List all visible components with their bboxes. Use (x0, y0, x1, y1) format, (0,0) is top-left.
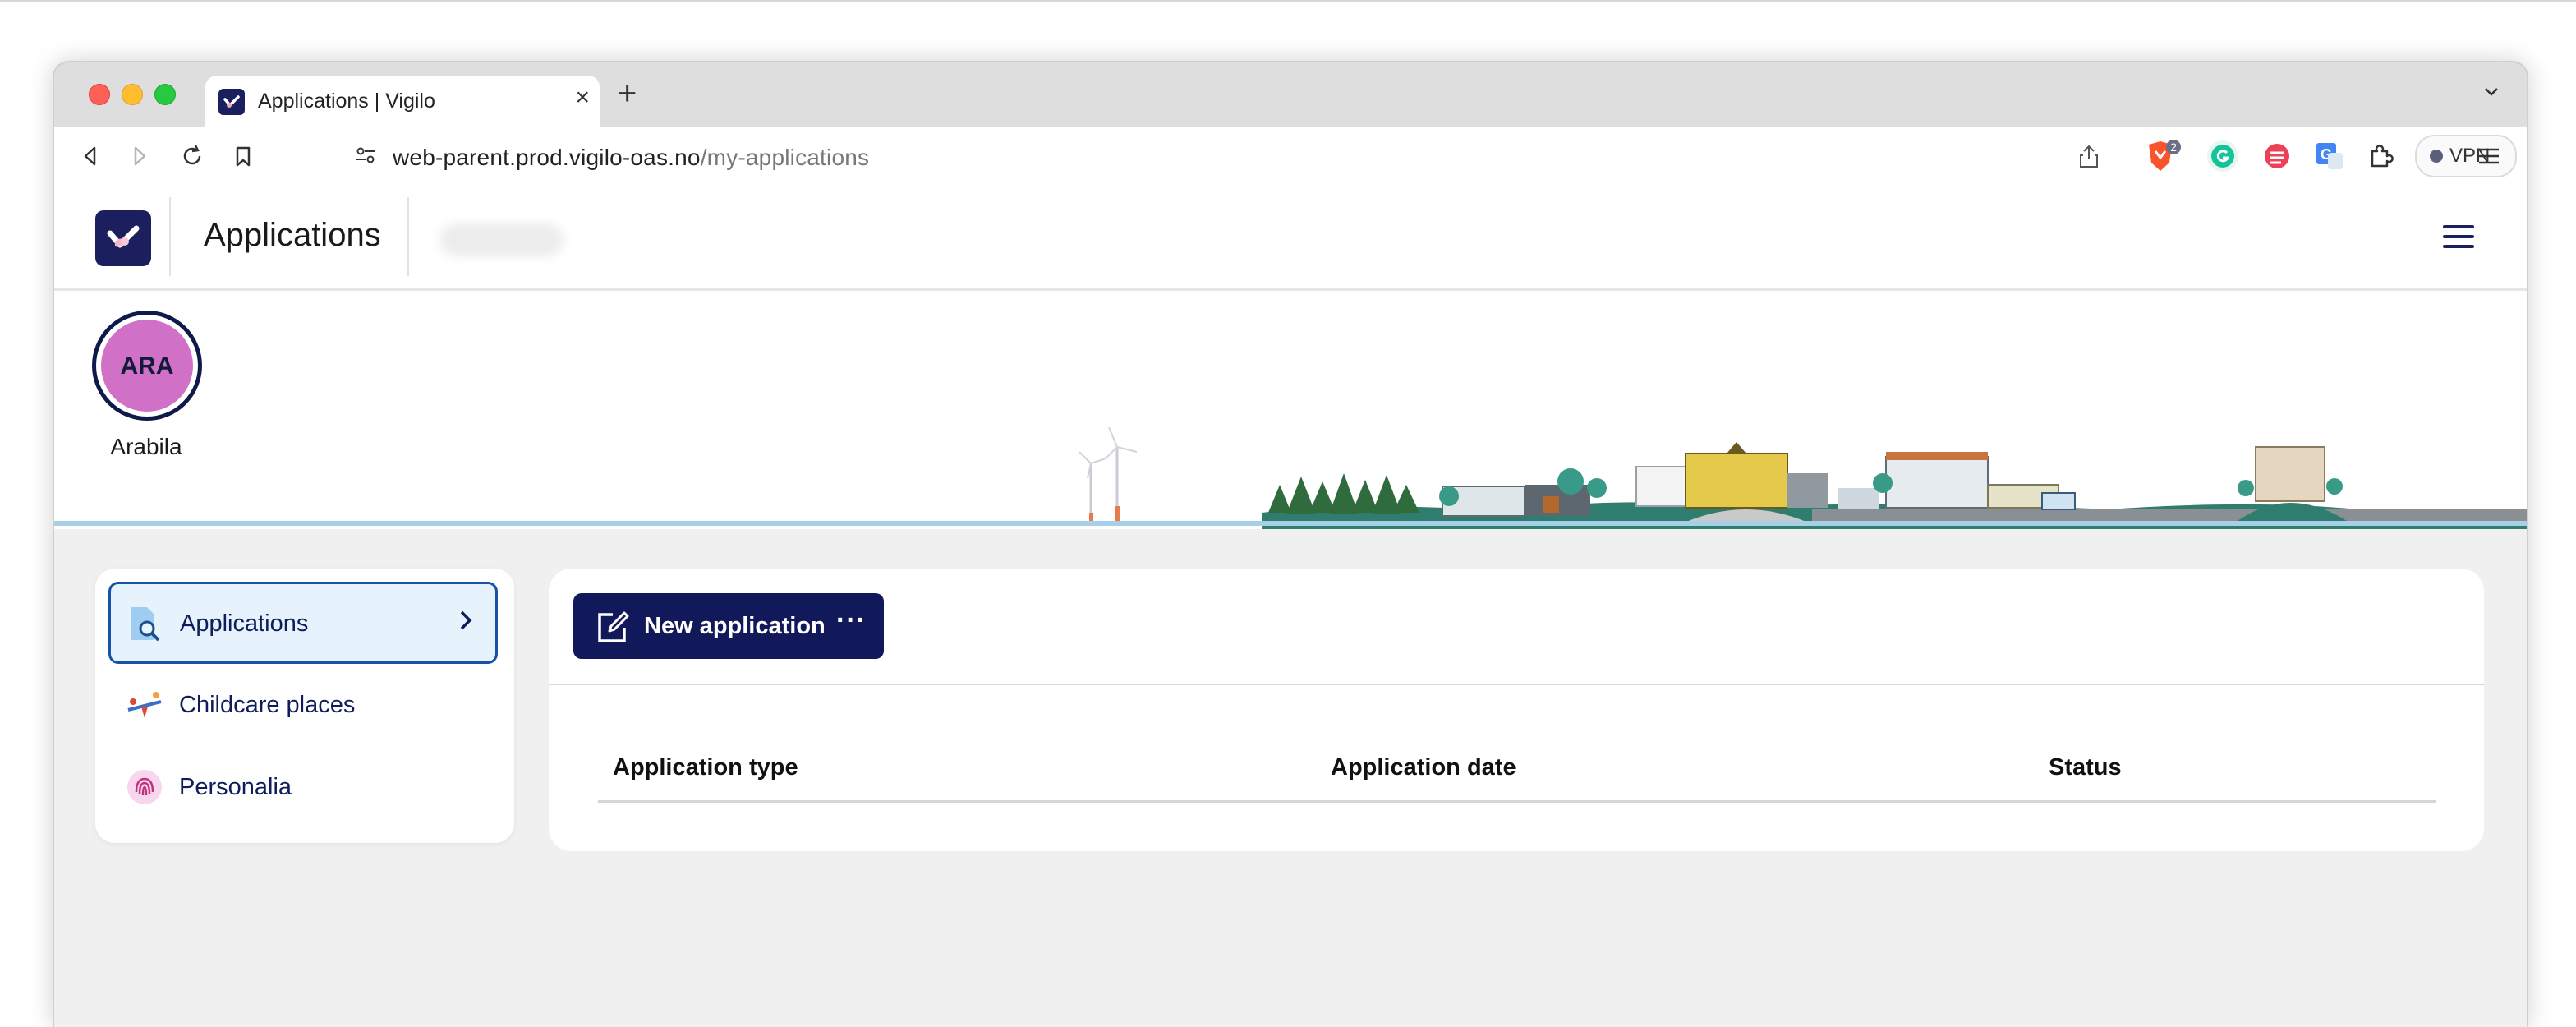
page-title: Applications (204, 217, 381, 253)
sidebar-item-childcare-places[interactable]: Childcare places (108, 664, 498, 746)
child-avatar[interactable]: ARA (92, 311, 202, 421)
extensions-puzzle-icon[interactable] (2364, 140, 2397, 173)
todoist-extension-icon[interactable] (2261, 140, 2293, 173)
header-divider (407, 197, 409, 276)
sidebar-item-label: Personalia (179, 774, 292, 800)
reload-icon[interactable] (174, 138, 210, 174)
seesaw-icon (125, 685, 164, 725)
vigilo-logo-icon[interactable] (95, 210, 151, 266)
tab-list-chevron-icon[interactable] (2481, 81, 2502, 108)
content-divider (549, 684, 2484, 685)
close-window-button[interactable] (89, 84, 110, 105)
new-application-button[interactable]: New application ··· (573, 593, 884, 659)
column-header-status[interactable]: Status (2049, 754, 2122, 781)
fingerprint-icon (125, 767, 164, 807)
child-name[interactable]: Arabila (87, 434, 205, 460)
town-illustration (1079, 426, 2527, 529)
google-translate-icon[interactable]: G (2313, 140, 2346, 173)
browser-window: Applications | Vigilo × + web-parent.pro… (53, 61, 2528, 1027)
sidebar-item-personalia[interactable]: Personalia (108, 746, 498, 828)
grammarly-icon[interactable] (2206, 140, 2239, 173)
applications-card: New application ··· Application type App… (549, 569, 2484, 851)
wind-turbine-illustration (1079, 426, 1138, 523)
hamburger-menu-icon[interactable] (2443, 225, 2474, 248)
sidebar-item-applications[interactable]: Applications (108, 582, 498, 664)
brave-badge-count: 2 (2170, 140, 2177, 154)
bookmark-icon[interactable] (225, 138, 261, 174)
fullscreen-window-button[interactable] (154, 84, 176, 105)
brave-shields-icon[interactable]: 2 (2144, 140, 2181, 173)
table-header-divider (598, 800, 2436, 803)
browser-menu-icon[interactable] (2472, 140, 2505, 173)
desktop-background (0, 0, 2576, 2)
minimize-window-button[interactable] (122, 84, 143, 105)
url-domain: web-parent.prod.vigilo-oas.no (393, 145, 701, 170)
browser-tab-active[interactable]: Applications | Vigilo × (205, 76, 600, 127)
header-divider (169, 197, 171, 276)
more-options-icon[interactable]: ··· (836, 605, 867, 637)
url-path: /my-applications (700, 145, 870, 170)
sidebar-item-label: Applications (180, 610, 309, 637)
avatar-initials: ARA (120, 352, 174, 380)
share-icon[interactable] (2077, 143, 2101, 173)
address-bar[interactable]: web-parent.prod.vigilo-oas.no/my-applica… (284, 133, 2174, 177)
browser-toolbar: web-parent.prod.vigilo-oas.no/my-applica… (54, 127, 2527, 187)
site-settings-icon[interactable] (353, 143, 378, 172)
sidebar-item-label: Childcare places (179, 692, 356, 718)
forest-illustration (1268, 473, 1419, 514)
water-line (54, 521, 2527, 526)
tab-strip: Applications | Vigilo × + (54, 62, 2527, 127)
document-search-icon (126, 604, 165, 643)
chevron-right-icon (454, 604, 477, 643)
new-tab-button[interactable]: + (618, 77, 637, 110)
tab-close-icon[interactable]: × (575, 84, 590, 112)
new-application-label: New application (644, 613, 826, 639)
sidebar-card: Applications Childcare places Personalia (95, 569, 514, 843)
back-icon[interactable] (72, 138, 108, 174)
column-header-application-date[interactable]: Application date (1331, 754, 1516, 781)
edit-document-icon (595, 610, 631, 646)
forward-icon[interactable] (122, 138, 158, 174)
tab-title: Applications | Vigilo (258, 90, 435, 113)
vigilo-favicon-icon (218, 89, 245, 115)
app-header: Applications (54, 186, 2527, 291)
url-text: web-parent.prod.vigilo-oas.no/my-applica… (393, 145, 869, 171)
profile-banner: ARA Arabila (54, 291, 2527, 529)
avatar-circle: ARA (101, 320, 193, 412)
vpn-status-icon (2430, 150, 2443, 163)
blurred-user-name (440, 223, 564, 256)
column-header-application-type[interactable]: Application type (613, 754, 798, 781)
